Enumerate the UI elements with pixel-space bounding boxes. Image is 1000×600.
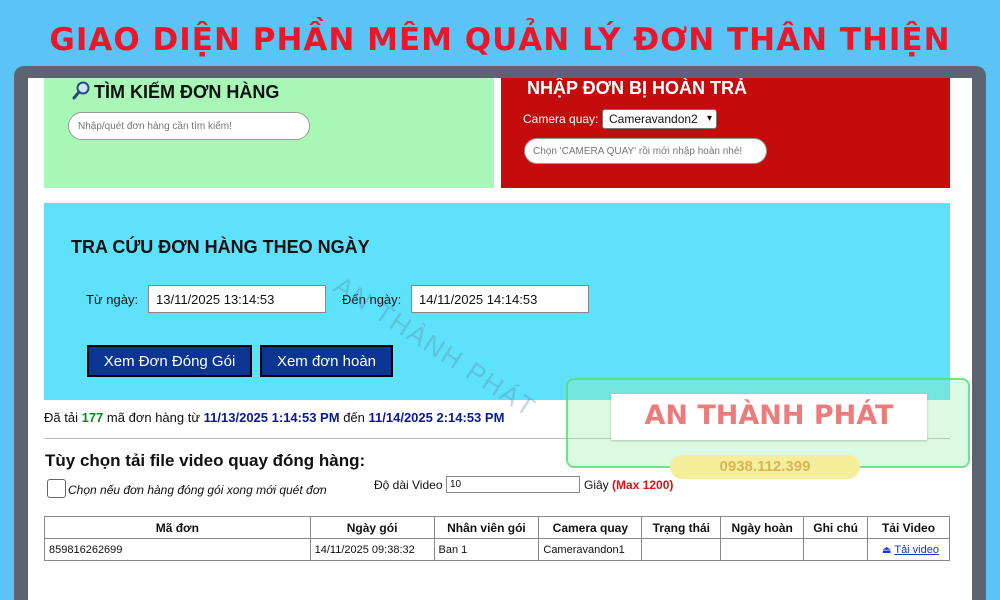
col-header-note: Ghi chú: [803, 516, 869, 539]
cell-return-date: [720, 538, 805, 561]
col-header-pack-date: Ngày gói: [309, 516, 435, 539]
load-status: Đã tải 177 mã đơn hàng từ 11/13/2025 1:1…: [44, 410, 504, 425]
seconds-label: Giây (Max 1200): [584, 478, 673, 492]
download-options-title: Tùy chọn tải file video quay đóng hàng:: [45, 451, 366, 470]
view-packed-orders-button[interactable]: Xem Đơn Đóng Gói: [87, 345, 252, 377]
col-header-order-id: Mã đơn: [44, 516, 311, 539]
col-header-camera: Camera quay: [538, 516, 643, 539]
cell-note: [803, 538, 869, 561]
search-panel-title: TÌM KIẾM ĐƠN HÀNG: [72, 80, 279, 105]
status-mid: mã đơn hàng từ: [106, 410, 201, 425]
view-returned-orders-button[interactable]: Xem đơn hoàn: [260, 345, 393, 377]
cell-download: ⏏ Tải video: [867, 538, 950, 561]
scan-after-pack-checkbox[interactable]: [47, 479, 66, 498]
date-lookup-title: TRA CỨU ĐƠN HÀNG THEO NGÀY: [71, 237, 370, 257]
banner-title: GIAO DIỆN PHẦN MÊM QUẢN LÝ ĐƠN THÂN THIỆ…: [49, 22, 951, 58]
scan-after-pack-label: Chọn nếu đơn hàng đóng gói xong mới quét…: [68, 483, 327, 497]
cell-order-id: 859816262699: [44, 538, 311, 561]
watermark-phone: 0938.112.399: [670, 455, 860, 479]
search-title-text: TÌM KIẾM ĐƠN HÀNG: [94, 82, 280, 102]
order-search-input[interactable]: [68, 112, 310, 140]
table-row: 859816262699 14/11/2025 09:38:32 Ban 1 C…: [44, 538, 950, 561]
download-icon: ⏏: [882, 544, 892, 556]
col-header-download: Tải Video: [867, 516, 950, 539]
watermark-logo-text: AN THÀNH PHÁT: [644, 400, 894, 431]
to-date-input[interactable]: [411, 285, 589, 313]
magnifier-icon: [72, 80, 92, 105]
status-to-word: đến: [343, 410, 365, 425]
seconds-unit: Giây: [584, 478, 609, 492]
orders-table: Mã đơn Ngày gói Nhân viên gói Camera qua…: [44, 516, 950, 561]
col-header-packer: Nhân viên gói: [433, 516, 540, 539]
return-panel: NHẬP ĐƠN BỊ HOÀN TRẢ Camera quay: Camera…: [501, 78, 950, 188]
status-to: 11/14/2025 2:14:53 PM: [368, 410, 505, 425]
return-order-input[interactable]: [524, 138, 767, 164]
from-date-input[interactable]: [148, 285, 326, 313]
camera-select-value: Cameravandon2: [609, 112, 698, 126]
cell-status: [641, 538, 722, 561]
camera-label: Camera quay:: [523, 112, 599, 126]
download-video-link[interactable]: Tải video: [894, 544, 939, 556]
return-panel-title: NHẬP ĐƠN BỊ HOÀN TRẢ: [527, 78, 748, 98]
camera-select[interactable]: Cameravandon2 ▾: [602, 109, 717, 129]
video-duration-input[interactable]: [446, 476, 580, 493]
cell-camera: Cameravandon1: [538, 538, 643, 561]
chevron-down-icon: ▾: [706, 113, 712, 124]
status-from: 11/13/2025 1:14:53 PM: [203, 410, 340, 425]
app-screen: TÌM KIẾM ĐƠN HÀNG NHẬP ĐƠN BỊ HOÀN TRẢ C…: [28, 78, 972, 600]
status-prefix: Đã tải: [44, 410, 78, 425]
col-header-return-date: Ngày hoàn: [720, 516, 805, 539]
max-duration-note: (Max 1200): [612, 478, 674, 492]
col-header-status: Trạng thái: [641, 516, 722, 539]
cell-pack-date: 14/11/2025 09:38:32: [309, 538, 435, 561]
status-count: 177: [81, 410, 104, 425]
cell-packer: Ban 1: [433, 538, 540, 561]
from-date-label: Từ ngày:: [86, 292, 139, 307]
video-duration-label: Độ dài Video: [374, 478, 443, 492]
search-panel: TÌM KIẾM ĐƠN HÀNG: [44, 78, 494, 188]
table-header-row: Mã đơn Ngày gói Nhân viên gói Camera qua…: [44, 516, 950, 539]
